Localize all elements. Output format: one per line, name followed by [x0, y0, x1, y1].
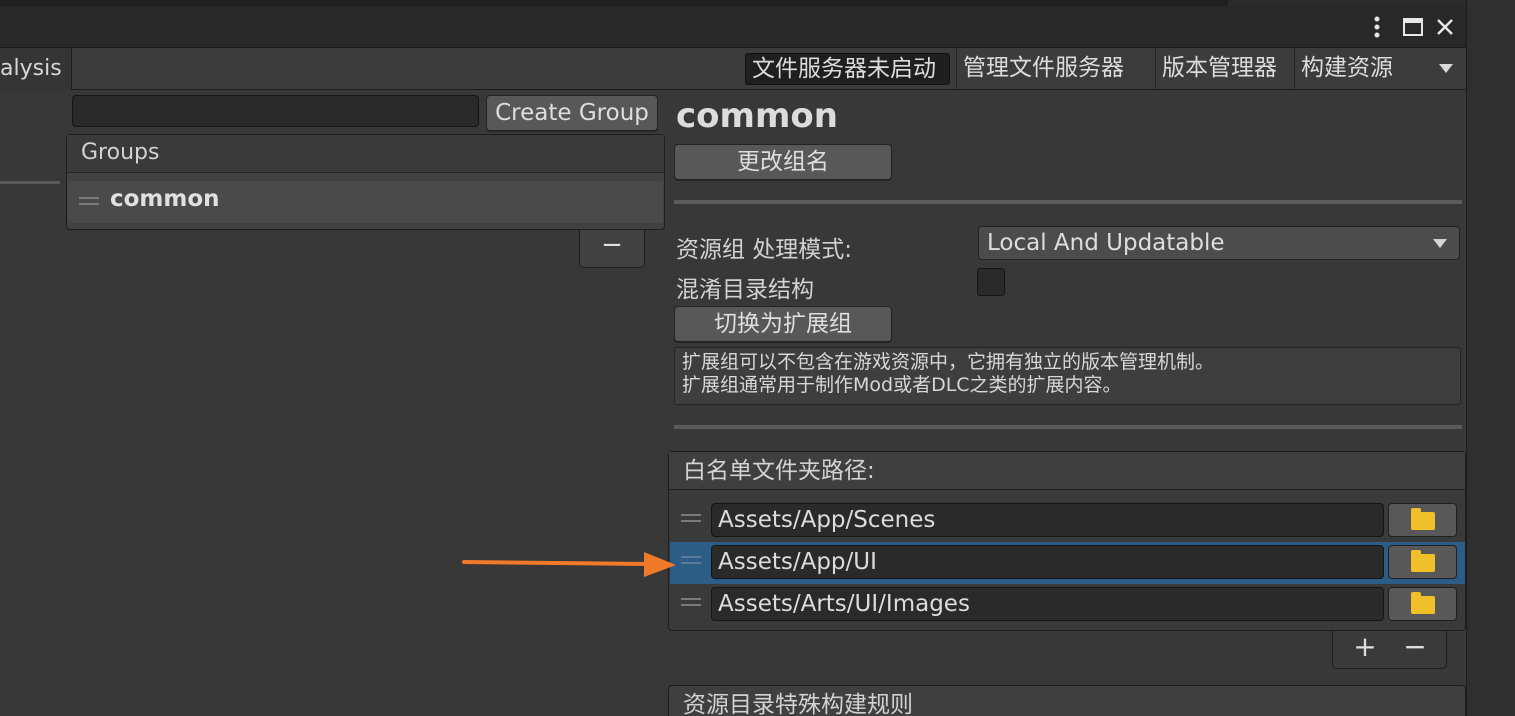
annotation-arrow-icon: [462, 552, 676, 577]
whitelist-buttons: + −: [1332, 631, 1447, 669]
right-background: [1466, 0, 1515, 716]
build-assets-button[interactable]: 构建资源: [1294, 48, 1462, 90]
mode-value: Local And Updatable: [987, 230, 1225, 256]
group-label: common: [110, 186, 220, 212]
chevron-down-icon: [1433, 239, 1447, 248]
groups-list: Groups common: [66, 134, 665, 230]
window-titlebar: [0, 6, 1466, 48]
add-path-button[interactable]: +: [1345, 631, 1385, 663]
drag-handle-icon[interactable]: [79, 197, 99, 205]
version-manager-button[interactable]: 版本管理器: [1155, 48, 1293, 90]
table-row[interactable]: Assets/App/Scenes: [670, 500, 1465, 542]
build-assets-dropdown-icon[interactable]: [1439, 64, 1453, 73]
path-field[interactable]: Assets/App/UI: [711, 545, 1384, 579]
file-server-status[interactable]: 文件服务器未启动: [745, 53, 950, 85]
folder-icon: [1411, 508, 1435, 530]
table-row[interactable]: Assets/App/UI: [670, 542, 1465, 584]
help-line: 扩展组通常用于制作Mod或者DLC之类的扩展内容。: [682, 374, 1122, 396]
switch-extension-group-button[interactable]: 切换为扩展组: [674, 306, 892, 342]
create-group-button[interactable]: Create Group: [486, 95, 658, 131]
toolbar: alysis 文件服务器未启动 管理文件服务器 版本管理器 构建资源: [0, 48, 1466, 90]
obfuscate-label: 混淆目录结构: [676, 277, 814, 303]
path-field[interactable]: Assets/Arts/UI/Images: [711, 587, 1384, 621]
folder-icon: [1411, 592, 1435, 614]
group-name-input[interactable]: [72, 95, 479, 127]
help-line: 扩展组可以不包含在游戏资源中，它拥有独立的版本管理机制。: [682, 351, 1215, 373]
drag-handle-icon[interactable]: [681, 598, 701, 606]
folder-icon: [1411, 550, 1435, 572]
browse-folder-button[interactable]: [1388, 503, 1457, 537]
manage-file-server-button[interactable]: 管理文件服务器: [956, 48, 1142, 90]
drag-handle-icon[interactable]: [681, 514, 701, 522]
browse-folder-button[interactable]: [1388, 587, 1457, 621]
drag-handle-icon[interactable]: [681, 556, 701, 564]
browse-folder-button[interactable]: [1388, 545, 1457, 579]
divider: [674, 200, 1462, 204]
path-field[interactable]: Assets/App/Scenes: [711, 503, 1384, 537]
groups-header: Groups: [67, 135, 664, 173]
remove-path-button[interactable]: −: [1395, 631, 1435, 663]
left-divider: [0, 181, 60, 184]
table-row[interactable]: Assets/Arts/UI/Images: [670, 584, 1465, 626]
more-options-icon[interactable]: [1364, 14, 1390, 40]
whitelist-header: 白名单文件夹路径:: [669, 452, 1465, 490]
divider: [674, 425, 1462, 429]
remove-group-button[interactable]: −: [579, 230, 645, 268]
obfuscate-checkbox[interactable]: [977, 268, 1005, 296]
tab-analysis[interactable]: alysis: [0, 48, 72, 90]
list-item[interactable]: common: [68, 181, 663, 223]
page-title: common: [676, 96, 838, 136]
close-icon[interactable]: [1432, 14, 1458, 40]
rename-group-button[interactable]: 更改组名: [674, 144, 892, 180]
mode-label: 资源组 处理模式:: [676, 237, 853, 263]
help-box: 扩展组可以不包含在游戏资源中，它拥有独立的版本管理机制。 扩展组通常用于制作Mo…: [674, 347, 1461, 405]
maximize-icon[interactable]: [1400, 14, 1426, 40]
mode-dropdown[interactable]: Local And Updatable: [978, 226, 1460, 260]
whitelist-panel: 白名单文件夹路径: Assets/App/Scenes Assets/App/U…: [668, 451, 1466, 631]
special-build-rules-header: 资源目录特殊构建规则: [668, 685, 1466, 716]
